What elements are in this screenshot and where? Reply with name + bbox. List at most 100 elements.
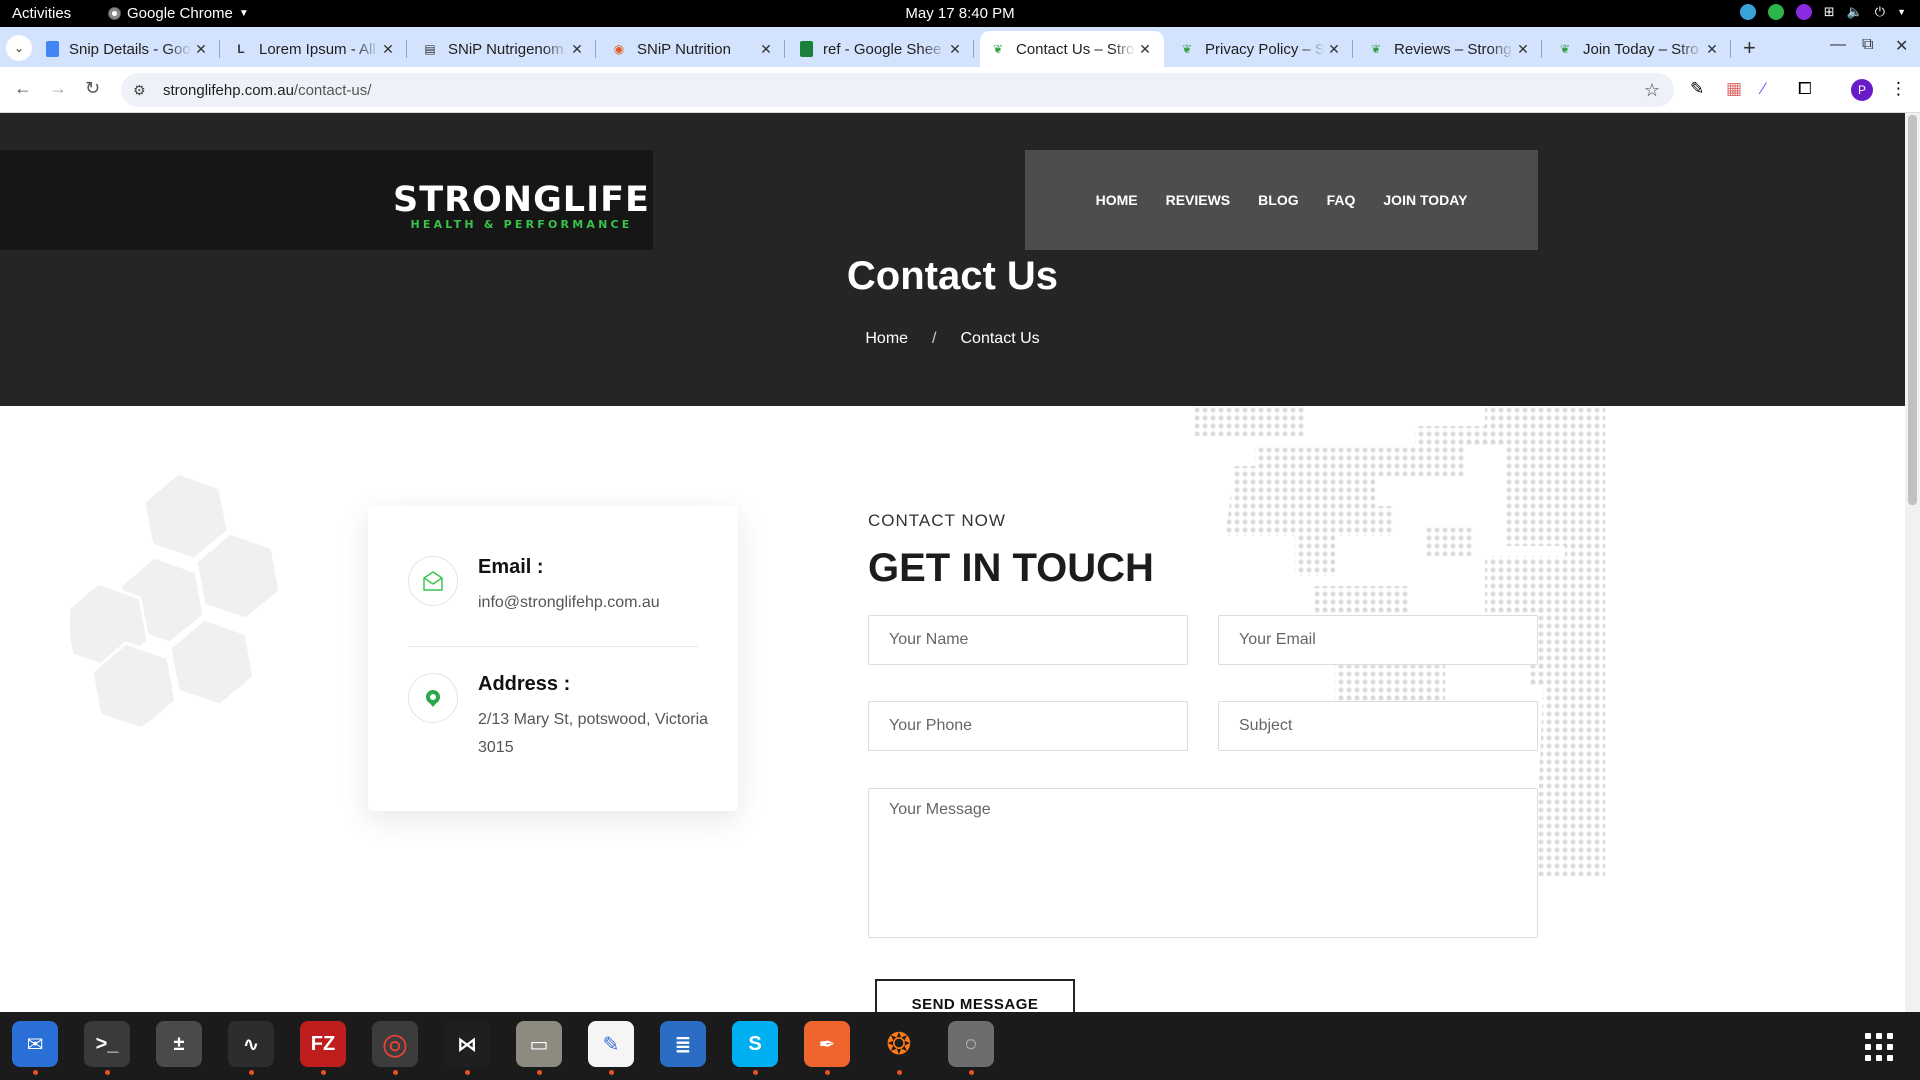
running-indicator bbox=[537, 1070, 542, 1075]
tab-lorem-1[interactable]: L Lorem Ipsum - All ✕ bbox=[223, 31, 407, 67]
minimize-button[interactable]: — bbox=[1830, 36, 1846, 54]
sync-icon[interactable] bbox=[1739, 4, 1756, 20]
skype-icon[interactable]: S bbox=[732, 1021, 778, 1075]
tab-separator bbox=[784, 40, 785, 58]
calendar-extension-icon[interactable]: ▦ bbox=[1726, 79, 1742, 99]
writer-icon[interactable]: ≣ bbox=[660, 1021, 706, 1067]
app-menu[interactable]: Google Chrome ▼ bbox=[108, 5, 249, 22]
tab-snip-2[interactable]: ▤ SNiP Nutrigenom ✕ bbox=[412, 31, 596, 67]
system-monitor-icon[interactable]: ∿ bbox=[228, 1021, 274, 1075]
files-icon[interactable]: ▭ bbox=[516, 1021, 562, 1075]
subject-input[interactable] bbox=[1218, 701, 1538, 751]
disk-icon[interactable]: ◌ bbox=[948, 1021, 994, 1075]
close-tab-icon[interactable]: ✕ bbox=[1325, 41, 1343, 58]
close-tab-icon[interactable]: ✕ bbox=[192, 41, 210, 58]
forward-button[interactable]: → bbox=[49, 78, 67, 99]
tab-sheets-4[interactable]: ref - Google Shee ✕ bbox=[790, 31, 974, 67]
system-monitor-glyph: ∿ bbox=[242, 1033, 260, 1056]
nav-home[interactable]: HOME bbox=[1096, 192, 1138, 208]
tab-stronglife-8[interactable]: ❦ Join Today – Stro ✕ bbox=[1547, 31, 1731, 67]
eyedropper-extension-icon[interactable]: ✎ bbox=[1690, 79, 1704, 99]
vscode-icon[interactable]: ⋈ bbox=[444, 1021, 490, 1075]
nav-faq[interactable]: FAQ bbox=[1327, 192, 1356, 208]
nav-blog[interactable]: BLOG bbox=[1258, 192, 1298, 208]
color-picker-icon[interactable] bbox=[1795, 4, 1812, 20]
restore-button[interactable]: ⧉ bbox=[1862, 36, 1873, 54]
filezilla-icon[interactable]: FZ bbox=[300, 1021, 346, 1075]
close-tab-icon[interactable]: ✕ bbox=[946, 41, 964, 58]
tab-stronglife-6[interactable]: ❦ Privacy Policy – St ✕ bbox=[1169, 31, 1353, 67]
email-value[interactable]: info@stronglifehp.com.au bbox=[478, 589, 718, 617]
tab-title: Privacy Policy – St bbox=[1205, 40, 1325, 58]
close-tab-icon[interactable]: ✕ bbox=[1136, 41, 1154, 58]
calculator-icon[interactable]: ± bbox=[156, 1021, 202, 1067]
text-editor-icon[interactable]: ✎ bbox=[588, 1021, 634, 1075]
terminal-icon[interactable]: >_ bbox=[84, 1021, 130, 1075]
chevron-down-icon[interactable]: ▼ bbox=[1897, 7, 1906, 17]
close-tab-icon[interactable]: ✕ bbox=[757, 41, 775, 58]
site-logo[interactable]: STRONGLIFE HEALTH & PERFORMANCE bbox=[393, 180, 650, 231]
stronglife-icon: ❦ bbox=[1181, 42, 1193, 56]
bookmark-star-icon[interactable]: ☆ bbox=[1644, 80, 1660, 101]
page-hero: STRONGLIFE HEALTH & PERFORMANCE HOME REV… bbox=[0, 113, 1905, 406]
network-icon[interactable]: ⊞ bbox=[1824, 4, 1835, 20]
page-scrollbar[interactable] bbox=[1905, 113, 1920, 1012]
extensions-puzzle-icon[interactable]: ⧠ bbox=[1798, 79, 1812, 99]
check-icon[interactable] bbox=[1767, 4, 1784, 20]
name-input[interactable] bbox=[868, 615, 1188, 665]
sheets-icon bbox=[800, 41, 813, 57]
tab-stronglife-7[interactable]: ❦ Reviews – Strong ✕ bbox=[1358, 31, 1542, 67]
activities-button[interactable]: Activities bbox=[12, 5, 71, 22]
breadcrumb-separator: / bbox=[932, 330, 937, 347]
tab-stronglife-5[interactable]: ❦ Contact Us – Stro ✕ bbox=[980, 31, 1164, 67]
phone-input[interactable] bbox=[868, 701, 1188, 751]
pen-extension-icon[interactable]: ⁄ bbox=[1762, 79, 1765, 99]
tab-snip-nutrition-3[interactable]: ◉ SNiP Nutrition ✕ bbox=[601, 31, 785, 67]
back-button[interactable]: ← bbox=[14, 78, 32, 99]
new-tab-button[interactable]: + bbox=[1743, 35, 1756, 61]
show-apps-grid-icon[interactable] bbox=[1865, 1033, 1893, 1061]
close-window-button[interactable]: ✕ bbox=[1895, 36, 1908, 56]
power-icon[interactable]: ⏻ bbox=[1875, 4, 1885, 20]
send-message-button[interactable]: SEND MESSAGE bbox=[875, 979, 1075, 1012]
tab-title: Snip Details - Goo bbox=[69, 40, 191, 58]
terminal-glyph: >_ bbox=[95, 1032, 119, 1055]
text-editor-glyph: ✎ bbox=[602, 1033, 620, 1056]
nav-reviews[interactable]: REVIEWS bbox=[1166, 192, 1231, 208]
profile-avatar[interactable]: P bbox=[1851, 79, 1873, 101]
running-indicator bbox=[897, 1070, 902, 1075]
files-glyph: ▭ bbox=[529, 1033, 549, 1056]
email-label: Email : bbox=[478, 556, 544, 578]
taskbar-dock: ✉ >_ ± ∿ FZ ◎ ⋈ ▭ ✎ ≣ S ✒ ❂ ◌ bbox=[0, 1012, 1920, 1080]
stronglife-icon: ❦ bbox=[1559, 42, 1571, 56]
url-text[interactable]: stronglifehp.com.au/contact-us/ bbox=[163, 82, 371, 99]
volume-icon[interactable]: 🔈 bbox=[1847, 4, 1863, 20]
message-textarea[interactable] bbox=[868, 788, 1538, 938]
site-info-icon[interactable]: ⚙ bbox=[133, 82, 149, 99]
address-value: 2/13 Mary St, potswood, Victoria 3015 bbox=[478, 711, 709, 756]
chevron-down-icon: ⌄ bbox=[13, 41, 25, 55]
hexagon-decoration bbox=[70, 473, 282, 731]
stronglife-icon: ❦ bbox=[1370, 42, 1382, 56]
chrome-icon[interactable]: ◎ bbox=[372, 1021, 418, 1075]
breadcrumb-home-link[interactable]: Home bbox=[865, 330, 908, 347]
scrollbar-thumb[interactable] bbox=[1908, 115, 1917, 505]
system-tray[interactable]: ⊞ 🔈 ⏻ ▼ bbox=[1739, 4, 1906, 20]
tab-docs-0[interactable]: Snip Details - Goo ✕ bbox=[36, 31, 220, 67]
tab-search-button[interactable]: ⌄ bbox=[6, 35, 32, 61]
inkscape-icon[interactable]: ✒ bbox=[804, 1021, 850, 1075]
clock[interactable]: May 17 8:40 PM bbox=[905, 5, 1014, 22]
close-tab-icon[interactable]: ✕ bbox=[568, 41, 586, 58]
address-bar[interactable]: ⚙ stronglifehp.com.au/contact-us/ ☆ bbox=[121, 73, 1674, 107]
close-tab-icon[interactable]: ✕ bbox=[379, 41, 397, 58]
skype-glyph: S bbox=[748, 1032, 762, 1055]
close-tab-icon[interactable]: ✕ bbox=[1703, 41, 1721, 58]
menu-kebab-icon[interactable]: ⋮ bbox=[1890, 79, 1907, 99]
thunderbird-icon[interactable]: ✉ bbox=[12, 1021, 58, 1075]
reload-button[interactable]: ↻ bbox=[85, 78, 100, 99]
tab-separator bbox=[219, 40, 220, 58]
firefox-dev-icon[interactable]: ❂ bbox=[876, 1021, 922, 1075]
email-input[interactable] bbox=[1218, 615, 1538, 665]
close-tab-icon[interactable]: ✕ bbox=[1514, 41, 1532, 58]
nav-join-today[interactable]: JOIN TODAY bbox=[1383, 192, 1467, 208]
